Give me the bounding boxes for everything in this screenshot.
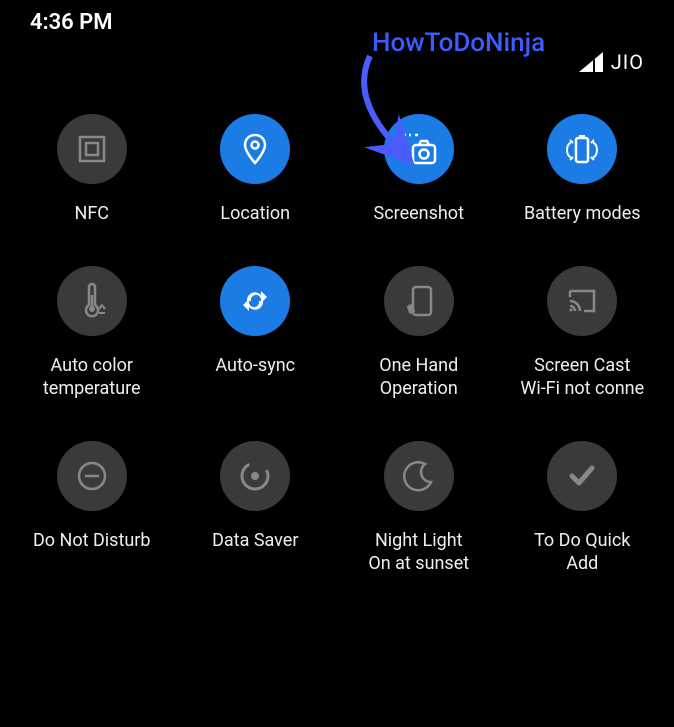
tile-do-not-disturb[interactable]: Do Not Disturb — [10, 441, 174, 576]
tile-nfc[interactable]: NFC — [10, 114, 174, 226]
annotation-text: HowToDoNinja — [372, 28, 545, 58]
tile-label: To Do Quick Add — [534, 529, 630, 576]
tile-label: Data Saver — [212, 529, 298, 553]
nfc-icon — [57, 114, 127, 184]
screenshot-icon — [384, 114, 454, 184]
sync-icon — [220, 266, 290, 336]
moon-icon — [384, 441, 454, 511]
tile-label: Auto color temperature — [43, 354, 141, 401]
tile-label: Do Not Disturb — [33, 529, 151, 553]
tile-label: Night Light On at sunset — [368, 529, 469, 576]
battery-icon — [547, 114, 617, 184]
tile-label: Battery modes — [524, 202, 641, 226]
location-icon — [220, 114, 290, 184]
cast-icon — [547, 266, 617, 336]
tile-auto-color-temperature[interactable]: Auto color temperature — [10, 266, 174, 401]
tile-auto-sync[interactable]: Auto-sync — [174, 266, 338, 401]
tile-label: Location — [220, 202, 290, 226]
tile-label: Auto-sync — [215, 354, 295, 378]
quick-settings-grid: NFC Location Screenshot — [0, 89, 674, 576]
tile-screen-cast[interactable]: Screen Cast Wi-Fi not conne — [501, 266, 665, 401]
tile-night-light[interactable]: Night Light On at sunset — [337, 441, 501, 576]
tile-label: NFC — [74, 202, 109, 226]
one-hand-icon — [384, 266, 454, 336]
tile-battery-modes[interactable]: Battery modes — [501, 114, 665, 226]
carrier-row: JIO — [0, 40, 674, 89]
signal-icon — [579, 52, 603, 72]
thermometer-icon — [57, 266, 127, 336]
status-bar: 4:36 PM — [0, 0, 674, 40]
tile-label: Screen Cast Wi-Fi not conne — [520, 354, 644, 401]
tile-one-hand-operation[interactable]: One Hand Operation — [337, 266, 501, 401]
tile-label: Screenshot — [374, 202, 464, 226]
checkmark-icon — [547, 441, 617, 511]
carrier-label: JIO — [611, 50, 644, 74]
tile-location[interactable]: Location — [174, 114, 338, 226]
tile-screenshot[interactable]: Screenshot — [337, 114, 501, 226]
status-time: 4:36 PM — [30, 10, 113, 35]
tile-data-saver[interactable]: Data Saver — [174, 441, 338, 576]
tile-todo-quick-add[interactable]: To Do Quick Add — [501, 441, 665, 576]
tile-label: One Hand Operation — [379, 354, 458, 401]
data-saver-icon — [220, 441, 290, 511]
dnd-icon — [57, 441, 127, 511]
